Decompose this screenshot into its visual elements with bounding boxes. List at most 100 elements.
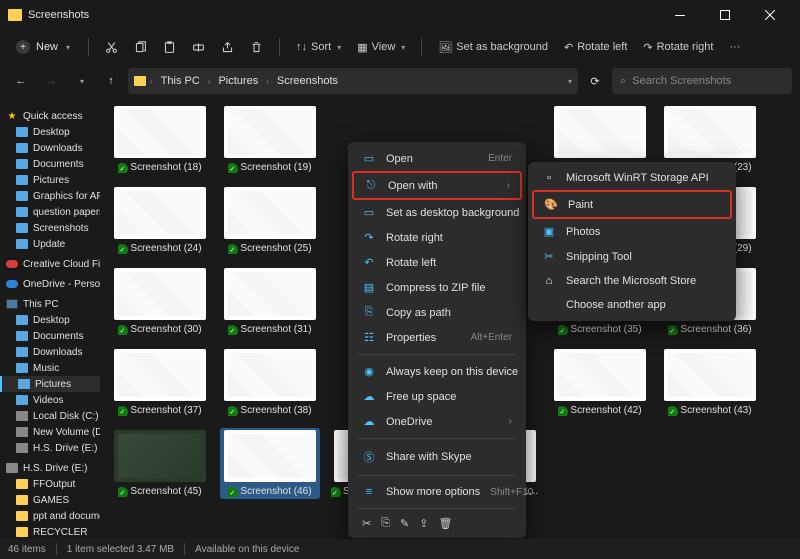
sidebar-item[interactable]: Graphics for AP	[0, 188, 100, 204]
sidebar-item[interactable]: FFOutput	[0, 476, 100, 492]
delete-icon[interactable]: 🗑	[438, 517, 452, 530]
status-selection: 1 item selected 3.47 MB	[67, 544, 174, 555]
ctx-open-with[interactable]: ⎋Open with›	[352, 171, 522, 200]
sidebar-item[interactable]: Local Disk (C:)	[0, 408, 100, 424]
thumbnail-item[interactable]: ✓Screenshot (18)	[110, 104, 210, 175]
sidebar-item[interactable]: RECYCLER	[0, 524, 100, 539]
thumbnail-item[interactable]: ✓Screenshot (43)	[660, 347, 760, 418]
copy-button[interactable]	[128, 37, 153, 58]
submenu-choose-app[interactable]: Choose another app	[532, 293, 732, 317]
crumb-pictures[interactable]: Pictures	[214, 73, 262, 89]
submenu-paint[interactable]: 🎨Paint	[532, 190, 732, 219]
sidebar-creative-cloud[interactable]: Creative Cloud Fil	[0, 256, 100, 272]
thumbnail-item[interactable]: ✓Screenshot (45)	[110, 428, 210, 499]
ctx-rotate-right[interactable]: ↷Rotate right	[352, 225, 522, 250]
ctx-show-more[interactable]: ≡Show more optionsShift+F10	[352, 480, 522, 504]
sidebar-item[interactable]: Downloads	[0, 344, 100, 360]
view-button[interactable]: ▦ View▾	[351, 37, 411, 58]
thumbnail-item[interactable]: ✓Screenshot (42)	[550, 347, 650, 418]
ctx-set-desktop-bg[interactable]: ▭Set as desktop background	[352, 200, 522, 225]
sidebar-quick-access[interactable]: ★Quick access	[0, 108, 100, 124]
share-icon[interactable]: ⇪	[419, 517, 428, 530]
set-background-button[interactable]: 🖼 Set as background	[432, 37, 554, 58]
recent-button[interactable]: ▾	[68, 68, 94, 94]
menu-divider	[358, 438, 516, 439]
sidebar-item[interactable]: Music	[0, 360, 100, 376]
sidebar-item[interactable]: Pictures	[0, 376, 100, 392]
ctx-onedrive[interactable]: ☁OneDrive›	[352, 409, 522, 434]
up-button[interactable]: ↑	[98, 68, 124, 94]
share-button[interactable]	[215, 37, 240, 58]
ctx-free-space[interactable]: ☁Free up space	[352, 384, 522, 409]
rename-button[interactable]	[186, 37, 211, 58]
sidebar-item[interactable]: question papers	[0, 204, 100, 220]
sidebar-onedrive[interactable]: OneDrive - Person	[0, 276, 100, 292]
ctx-properties[interactable]: ☷PropertiesAlt+Enter	[352, 325, 522, 350]
sync-icon: ✓	[668, 325, 678, 335]
sidebar-item[interactable]: Documents	[0, 328, 100, 344]
sync-icon: ✓	[228, 487, 238, 497]
sidebar-item[interactable]: Update	[0, 236, 100, 252]
sidebar-item[interactable]: Videos	[0, 392, 100, 408]
thumbnail-item[interactable]: ✓Screenshot (24)	[110, 185, 210, 256]
crumb-thispc[interactable]: This PC	[157, 73, 204, 89]
refresh-button[interactable]: ⟳	[582, 68, 608, 94]
delete-button[interactable]	[244, 37, 269, 58]
sidebar-this-pc[interactable]: This PC	[0, 296, 100, 312]
paste-button[interactable]	[157, 37, 182, 58]
rotate-left-button[interactable]: ↶ Rotate left	[558, 37, 633, 58]
copy-icon[interactable]: ⎘	[381, 517, 390, 530]
search-input[interactable]: ⌕ Search Screenshots	[612, 68, 792, 94]
cloud-icon	[6, 278, 18, 290]
sort-button[interactable]: ↑↓ Sort▾	[290, 37, 347, 57]
sidebar-item[interactable]: GAMES	[0, 492, 100, 508]
sidebar-item[interactable]: Desktop	[0, 124, 100, 140]
sidebar-item-label: New Volume (D:	[33, 427, 100, 438]
ctx-compress-zip[interactable]: ▤Compress to ZIP file	[352, 275, 522, 300]
submenu-photos[interactable]: ▣Photos	[532, 219, 732, 244]
sidebar-item[interactable]: Documents	[0, 156, 100, 172]
sidebar-item[interactable]: New Volume (D:	[0, 424, 100, 440]
sidebar-item[interactable]: Screenshots	[0, 220, 100, 236]
submenu-winrt[interactable]: ▫Microsoft WinRT Storage API	[532, 166, 732, 190]
thumbnail-item[interactable]: ✓Screenshot (31)	[220, 266, 320, 337]
minimize-button[interactable]	[657, 0, 702, 30]
folder-icon	[16, 190, 28, 202]
ctx-share-skype[interactable]: ⓈShare with Skype	[352, 443, 522, 471]
maximize-button[interactable]	[702, 0, 747, 30]
submenu-snipping-tool[interactable]: ✂Snipping Tool	[532, 244, 732, 269]
onedrive-icon: ☁	[362, 415, 376, 428]
rotate-right-button[interactable]: ↷ Rotate right	[637, 37, 719, 58]
ctx-rotate-left[interactable]: ↶Rotate left	[352, 250, 522, 275]
crumb-screenshots[interactable]: Screenshots	[273, 73, 342, 89]
sidebar-item[interactable]: H.S. Drive (E:)	[0, 440, 100, 456]
forward-button[interactable]: →	[38, 68, 64, 94]
submenu-search-store[interactable]: ⌂Search the Microsoft Store	[532, 269, 732, 293]
sidebar-item[interactable]: Downloads	[0, 140, 100, 156]
chevron-down-icon[interactable]: ▾	[568, 77, 572, 86]
thumbnail-item[interactable]: ✓Screenshot (37)	[110, 347, 210, 418]
thumbnail-image	[114, 268, 206, 320]
ctx-always-keep[interactable]: ◉Always keep on this device	[352, 359, 522, 384]
close-button[interactable]	[747, 0, 792, 30]
more-button[interactable]: ···	[723, 37, 746, 57]
thumbnail-item[interactable]: ✓Screenshot (46)	[220, 428, 320, 499]
sidebar-hs-drive[interactable]: H.S. Drive (E:)	[0, 460, 100, 476]
new-button[interactable]: + New ▾	[8, 36, 78, 58]
cut-button[interactable]	[99, 37, 124, 58]
thumbnail-image	[224, 430, 316, 482]
thumbnail-item[interactable]: ✓Screenshot (19)	[220, 104, 320, 175]
rename-icon[interactable]: ✎	[400, 517, 409, 530]
ctx-copy-path[interactable]: ⎘Copy as path	[352, 300, 522, 325]
ctx-open[interactable]: ▭OpenEnter	[352, 146, 522, 171]
sidebar-item[interactable]: Pictures	[0, 172, 100, 188]
thumbnail-item[interactable]: ✓Screenshot (30)	[110, 266, 210, 337]
sidebar-item-label: H.S. Drive (E:)	[33, 443, 97, 454]
thumbnail-item[interactable]: ✓Screenshot (38)	[220, 347, 320, 418]
address-bar[interactable]: › This PC › Pictures › Screenshots ▾	[128, 68, 578, 94]
sidebar-item[interactable]: Desktop	[0, 312, 100, 328]
cut-icon[interactable]: ✂	[362, 517, 371, 530]
thumbnail-item[interactable]: ✓Screenshot (25)	[220, 185, 320, 256]
back-button[interactable]: ←	[8, 68, 34, 94]
sidebar-item[interactable]: ppt and documen	[0, 508, 100, 524]
